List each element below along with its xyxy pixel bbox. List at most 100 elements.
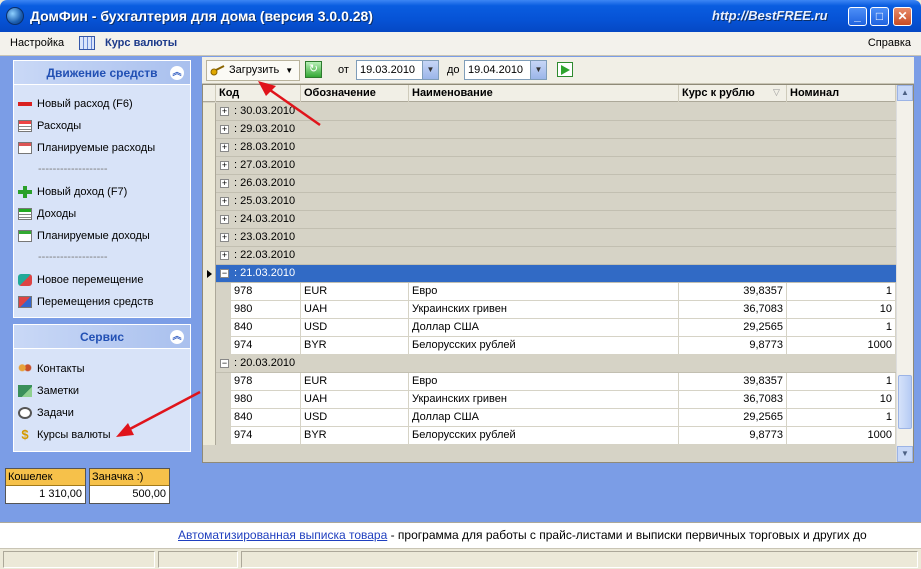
group-row[interactable]: +: 25.03.2010 bbox=[203, 193, 896, 211]
scroll-up-icon[interactable]: ▲ bbox=[897, 85, 913, 101]
cell-nominal[interactable]: 1 bbox=[787, 373, 896, 391]
vertical-scrollbar[interactable]: ▲ ▼ bbox=[896, 85, 913, 462]
table-row[interactable]: 980 UAH Украинских гривен 36,7083 10 bbox=[203, 301, 896, 319]
cell-nominal[interactable]: 1000 bbox=[787, 427, 896, 445]
refresh-button[interactable]: ↻ bbox=[305, 61, 322, 78]
ad-link[interactable]: Автоматизированная выписка товара bbox=[178, 528, 387, 542]
cell-rate[interactable]: 36,7083 bbox=[679, 301, 787, 319]
cell-nominal[interactable]: 10 bbox=[787, 301, 896, 319]
group-row[interactable]: +: 28.03.2010 bbox=[203, 139, 896, 157]
cell-nominal[interactable]: 1 bbox=[787, 409, 896, 427]
cell-nominal[interactable]: 1 bbox=[787, 319, 896, 337]
sidebar-item-currency-rates[interactable]: $ Курсы валюты bbox=[18, 426, 110, 444]
cell-rate[interactable]: 29,2565 bbox=[679, 319, 787, 337]
cell-symbol[interactable]: UAH bbox=[301, 391, 409, 409]
sidebar-item-expenses[interactable]: Расходы bbox=[18, 117, 81, 135]
column-header-symbol[interactable]: Обозначение bbox=[301, 85, 409, 102]
menu-settings[interactable]: Настройка bbox=[10, 37, 64, 49]
cell-symbol[interactable]: BYR bbox=[301, 427, 409, 445]
cell-rate[interactable]: 9,8773 bbox=[679, 427, 787, 445]
table-row[interactable]: 840 USD Доллар США 29,2565 1 bbox=[203, 409, 896, 427]
row-selector[interactable] bbox=[203, 157, 216, 175]
sidebar-item-tasks[interactable]: Задачи bbox=[18, 404, 74, 422]
cell-symbol[interactable]: EUR bbox=[301, 373, 409, 391]
row-selector[interactable] bbox=[203, 175, 216, 193]
row-selector[interactable] bbox=[203, 247, 216, 265]
cell-name[interactable]: Доллар США bbox=[409, 409, 679, 427]
group-row[interactable]: +: 23.03.2010 bbox=[203, 229, 896, 247]
menu-help[interactable]: Справка bbox=[868, 37, 911, 49]
row-selector[interactable] bbox=[203, 301, 216, 319]
sidebar-item-new-expense[interactable]: Новый расход (F6) bbox=[18, 95, 133, 113]
cell-rate[interactable]: 36,7083 bbox=[679, 391, 787, 409]
row-selector[interactable] bbox=[203, 139, 216, 157]
table-row[interactable]: 978 EUR Евро 39,8357 1 bbox=[203, 373, 896, 391]
row-selector[interactable] bbox=[203, 391, 216, 409]
cell-code[interactable]: 980 bbox=[231, 391, 301, 409]
dropdown-arrow-icon[interactable]: ▼ bbox=[285, 66, 293, 75]
group-row[interactable]: +: 29.03.2010 bbox=[203, 121, 896, 139]
sidebar-item-transfers[interactable]: Перемещения средств bbox=[18, 293, 154, 311]
chevron-down-icon[interactable]: ▼ bbox=[422, 61, 438, 79]
row-selector[interactable] bbox=[203, 319, 216, 337]
row-selector[interactable] bbox=[203, 283, 216, 301]
cell-code[interactable]: 974 bbox=[231, 427, 301, 445]
sidebar-item-new-income[interactable]: Новый доход (F7) bbox=[18, 183, 127, 201]
expand-toggle-icon[interactable]: + bbox=[220, 125, 229, 134]
row-selector[interactable] bbox=[203, 409, 216, 427]
expand-toggle-icon[interactable]: + bbox=[220, 233, 229, 242]
cell-name[interactable]: Белорусских рублей bbox=[409, 427, 679, 445]
sidebar-item-notes[interactable]: Заметки bbox=[18, 382, 79, 400]
go-arrow-button[interactable] bbox=[557, 62, 573, 77]
group-row[interactable]: +: 24.03.2010 bbox=[203, 211, 896, 229]
currency-rates-grid[interactable]: Код Обозначение Наименование Курс к рубл… bbox=[202, 84, 914, 463]
close-button[interactable]: ✕ bbox=[893, 7, 912, 26]
collapse-toggle-icon[interactable]: − bbox=[220, 359, 229, 368]
panel-header-moves[interactable]: Движение средств ︽ bbox=[14, 61, 190, 85]
row-selector[interactable] bbox=[203, 193, 216, 211]
table-row[interactable]: 980 UAH Украинских гривен 36,7083 10 bbox=[203, 391, 896, 409]
load-button[interactable]: Загрузить ▼ bbox=[206, 60, 301, 81]
expand-toggle-icon[interactable]: + bbox=[220, 179, 229, 188]
expand-toggle-icon[interactable]: + bbox=[220, 215, 229, 224]
cell-rate[interactable]: 39,8357 bbox=[679, 283, 787, 301]
cell-symbol[interactable]: BYR bbox=[301, 337, 409, 355]
expand-toggle-icon[interactable]: + bbox=[220, 197, 229, 206]
cell-name[interactable]: Украинских гривен bbox=[409, 301, 679, 319]
row-selector[interactable] bbox=[203, 229, 216, 247]
scroll-down-icon[interactable]: ▼ bbox=[897, 446, 913, 462]
group-row[interactable]: +: 30.03.2010 bbox=[203, 103, 896, 121]
cell-name[interactable]: Евро bbox=[409, 373, 679, 391]
scroll-thumb[interactable] bbox=[898, 375, 912, 429]
collapse-up-icon[interactable]: ︽ bbox=[170, 66, 184, 80]
cell-symbol[interactable]: UAH bbox=[301, 301, 409, 319]
group-row[interactable]: +: 22.03.2010 bbox=[203, 247, 896, 265]
cell-rate[interactable]: 9,8773 bbox=[679, 337, 787, 355]
column-header-nominal[interactable]: Номинал bbox=[787, 85, 896, 102]
panel-header-service[interactable]: Сервис ︽ bbox=[14, 325, 190, 349]
cell-code[interactable]: 980 bbox=[231, 301, 301, 319]
expand-toggle-icon[interactable]: + bbox=[220, 143, 229, 152]
sidebar-item-contacts[interactable]: Контакты bbox=[18, 360, 85, 378]
cell-name[interactable]: Белорусских рублей bbox=[409, 337, 679, 355]
group-row[interactable]: −: 20.03.2010 bbox=[203, 355, 896, 373]
table-row[interactable]: 974 BYR Белорусских рублей 9,8773 1000 bbox=[203, 337, 896, 355]
row-selector[interactable] bbox=[203, 427, 216, 445]
cell-code[interactable]: 840 bbox=[231, 409, 301, 427]
cell-code[interactable]: 978 bbox=[231, 283, 301, 301]
row-selector[interactable] bbox=[203, 121, 216, 139]
cell-symbol[interactable]: USD bbox=[301, 319, 409, 337]
cell-symbol[interactable]: USD bbox=[301, 409, 409, 427]
group-row[interactable]: +: 27.03.2010 bbox=[203, 157, 896, 175]
collapse-up-icon[interactable]: ︽ bbox=[170, 330, 184, 344]
row-selector[interactable] bbox=[203, 373, 216, 391]
cell-name[interactable]: Украинских гривен bbox=[409, 391, 679, 409]
column-header-rate[interactable]: Курс к рублю bbox=[679, 85, 787, 102]
chevron-down-icon[interactable]: ▼ bbox=[530, 61, 546, 79]
sidebar-item-income[interactable]: Доходы bbox=[18, 205, 76, 223]
cell-name[interactable]: Евро bbox=[409, 283, 679, 301]
cell-symbol[interactable]: EUR bbox=[301, 283, 409, 301]
cell-nominal[interactable]: 10 bbox=[787, 391, 896, 409]
title-bar[interactable]: ДомФин - бухгалтерия для дома (версия 3.… bbox=[0, 0, 921, 32]
table-row[interactable]: 974 BYR Белорусских рублей 9,8773 1000 bbox=[203, 427, 896, 445]
